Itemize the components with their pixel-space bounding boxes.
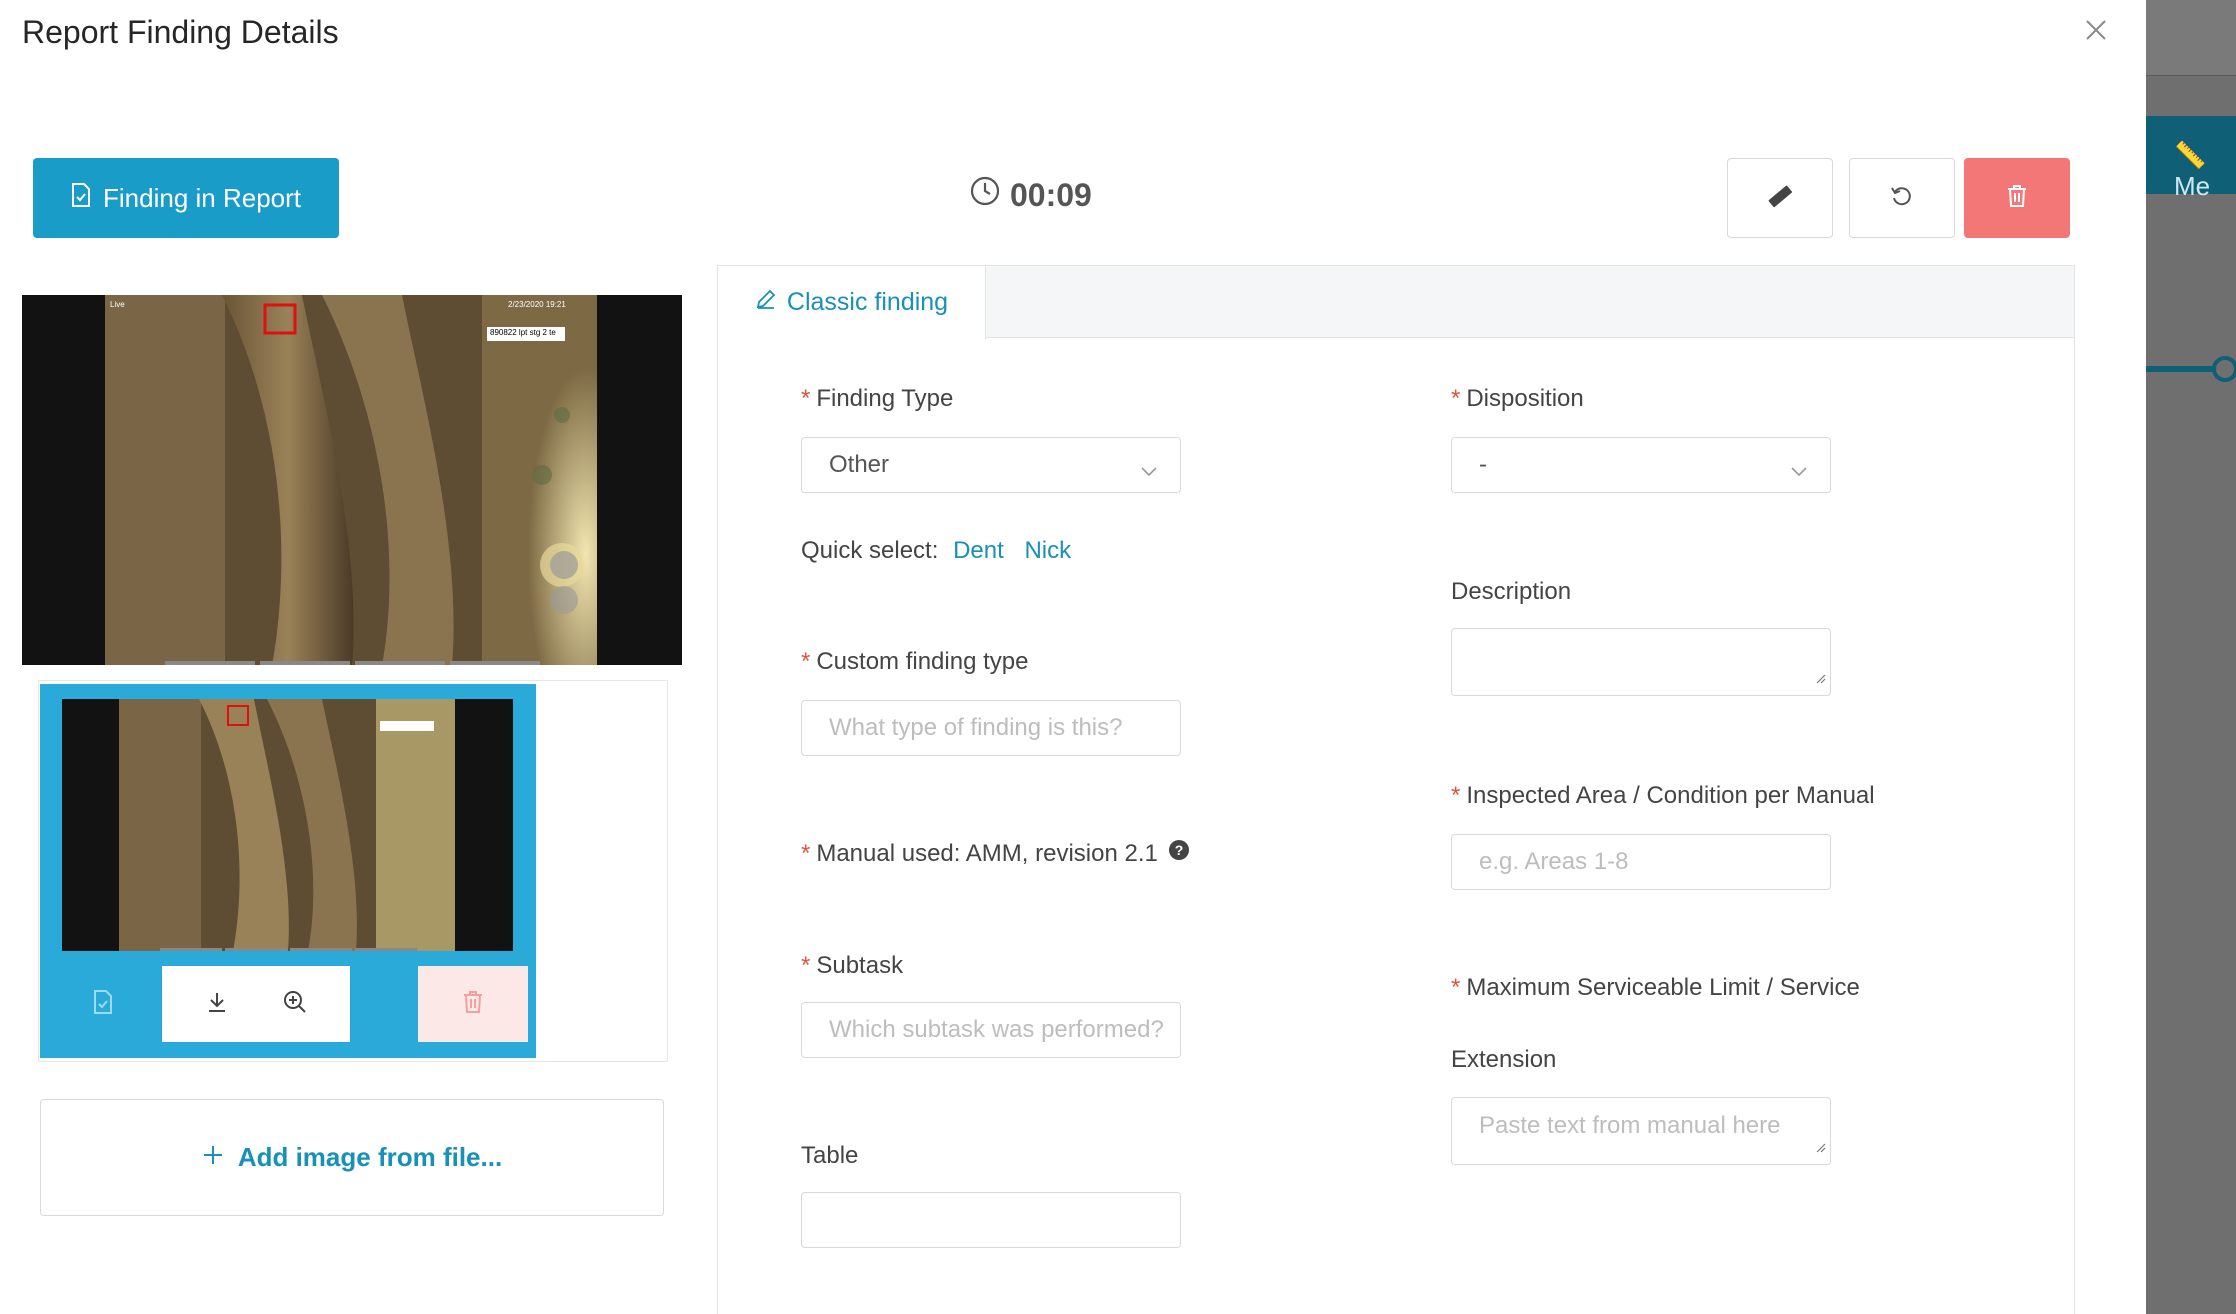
timer: 00:09 (970, 176, 1092, 214)
background-slider-handle (2212, 356, 2236, 382)
max-serviceable-field[interactable] (1451, 1097, 1831, 1172)
add-image-button[interactable]: Add image from file... (40, 1099, 664, 1216)
finding-type-select[interactable]: Other (801, 437, 1181, 493)
background-slider-track (2146, 366, 2214, 372)
overlay-live: Live (110, 300, 125, 309)
custom-finding-type-label: * Custom finding type (801, 648, 1029, 675)
quick-select-nick[interactable]: Nick (1024, 537, 1071, 564)
trash-icon (462, 990, 484, 1019)
table-input[interactable] (829, 1206, 1180, 1234)
custom-finding-type-input[interactable] (829, 714, 1180, 742)
description-label: Description (1451, 578, 1572, 605)
inspected-area-field[interactable] (1451, 834, 1831, 890)
measure-button[interactable] (1727, 158, 1833, 238)
chevron-down-icon (1790, 457, 1808, 485)
finding-in-report-button[interactable]: Finding in Report (33, 158, 339, 238)
finding-form-panel: Classic finding * Finding Type Other Quic… (717, 265, 2075, 1314)
set-report-image-button[interactable] (48, 966, 158, 1042)
disposition-select[interactable]: - (1451, 437, 1831, 493)
table-field[interactable] (801, 1192, 1181, 1248)
thumbnail-actions (48, 966, 528, 1042)
clock-icon (970, 176, 1000, 214)
finding-type-label: * Finding Type (801, 385, 954, 412)
quick-select: Quick select: Dent Nick (801, 537, 1071, 565)
delete-finding-button[interactable] (1964, 158, 2070, 238)
max-serviceable-label-extension: Extension (1451, 1046, 1557, 1073)
undo-icon (1890, 184, 1914, 213)
quick-select-label: Quick select: (801, 537, 939, 564)
background-button-label: Me (2174, 171, 2211, 201)
resize-handle-icon[interactable] (1814, 1132, 1826, 1160)
manual-used-label: Manual used: AMM, revision 2.1 (816, 839, 1158, 867)
inspected-area-input[interactable] (1479, 848, 1830, 876)
resize-handle-icon[interactable] (1814, 663, 1826, 691)
ruler-icon: 📏 (2174, 140, 2207, 170)
reset-button[interactable] (1849, 158, 1955, 238)
subtask-label: * Subtask (801, 952, 904, 979)
tab-label: Classic finding (786, 288, 949, 316)
document-check-icon (93, 989, 113, 1019)
add-image-label: Add image from file... (237, 1142, 503, 1172)
delete-image-button[interactable] (418, 966, 528, 1042)
thumbnail-selected[interactable] (40, 684, 536, 1058)
pencil-icon (755, 288, 777, 317)
timer-value: 00:09 (1010, 176, 1092, 213)
finding-in-report-label: Finding in Report (103, 182, 301, 213)
plus-icon (202, 1142, 224, 1173)
disposition-value: - (1479, 451, 1487, 478)
trash-icon (2006, 184, 2028, 213)
thumbnail-image[interactable] (62, 699, 513, 951)
inspected-area-label: * Inspected Area / Condition per Manual (1451, 782, 1875, 809)
background-measure-button: 📏 Me (2146, 116, 2236, 201)
table-label: Table (801, 1142, 859, 1169)
close-icon[interactable] (2082, 16, 2110, 44)
document-check-icon (71, 182, 91, 214)
zoom-image-button[interactable] (240, 966, 350, 1042)
finding-type-value: Other (829, 451, 890, 478)
ruler-icon (1765, 181, 1795, 216)
modal-title: Report Finding Details (22, 14, 339, 50)
download-icon (205, 990, 229, 1019)
report-finding-modal: Report Finding Details Finding in Report… (0, 0, 2146, 1314)
overlay-date: 2/23/2020 19:21 (508, 300, 566, 309)
svg-text:?: ? (1175, 842, 1184, 858)
max-serviceable-textarea[interactable] (1479, 1112, 1830, 1172)
question-circle-icon[interactable]: ? (1168, 839, 1190, 868)
overlay-tag: 890822 lpt stg 2 te (490, 328, 556, 337)
chevron-down-icon (1140, 457, 1158, 485)
max-serviceable-label: * Maximum Serviceable Limit / Service (1451, 974, 1860, 1001)
background-page: 📏 Me (2146, 0, 2236, 1314)
description-field[interactable] (1451, 628, 1831, 703)
tab-bar: Classic finding (718, 266, 2074, 339)
description-textarea[interactable] (1479, 643, 1830, 703)
disposition-label: * Disposition (1451, 385, 1584, 412)
tab-classic-finding[interactable]: Classic finding (718, 266, 986, 339)
quick-select-dent[interactable]: Dent (953, 537, 1004, 564)
zoom-in-icon (282, 989, 308, 1020)
main-inspection-image[interactable]: Live 2/23/2020 19:21 890822 lpt stg 2 te (22, 295, 682, 665)
manual-used: * Manual used: AMM, revision 2.1 ? (801, 839, 1190, 868)
subtask-field[interactable] (801, 1002, 1181, 1058)
custom-finding-type-field[interactable] (801, 700, 1181, 756)
background-header (2146, 0, 2236, 76)
subtask-input[interactable] (829, 1016, 1180, 1044)
